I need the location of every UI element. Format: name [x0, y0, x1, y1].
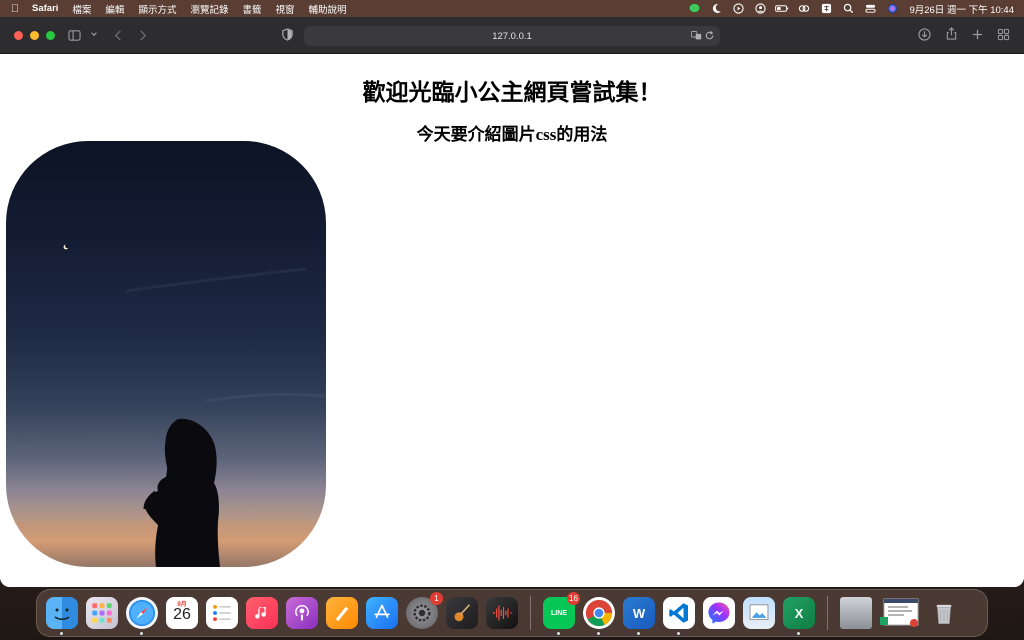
- menubar-clock[interactable]: 9月26日 週一 下午 10:44: [903, 2, 1014, 16]
- menu-bookmarks[interactable]: 書籤: [235, 2, 268, 16]
- dock-reminders-icon[interactable]: [206, 597, 238, 629]
- moon-icon[interactable]: [705, 0, 727, 17]
- chevron-down-icon[interactable]: [90, 30, 98, 38]
- download-icon[interactable]: [918, 28, 931, 41]
- line-app-label: LINE: [551, 609, 567, 617]
- page-title: 歡迎光臨小公主網頁嘗試集！: [362, 80, 662, 105]
- dock-messenger-icon[interactable]: [703, 597, 735, 629]
- dock-finder-icon[interactable]: [46, 597, 78, 635]
- status-area: 9月26日 週一 下午 10:44: [683, 0, 1024, 17]
- dock-launchpad-icon[interactable]: [86, 597, 118, 629]
- menu-file[interactable]: 檔案: [65, 2, 98, 16]
- dock-minimized-windows-icon[interactable]: [880, 597, 920, 629]
- dock-garageband-icon[interactable]: [446, 597, 478, 629]
- dock-safari-icon[interactable]: [126, 597, 158, 635]
- dock-app-store-icon[interactable]: [366, 597, 398, 629]
- minimize-window-button[interactable]: [30, 30, 39, 40]
- battery-icon[interactable]: [771, 0, 793, 17]
- menu-edit[interactable]: 編輯: [98, 2, 131, 16]
- word-app-label: W: [632, 605, 646, 621]
- tab-overview-icon[interactable]: [997, 28, 1010, 41]
- input-method-icon[interactable]: [815, 0, 837, 17]
- new-tab-icon[interactable]: [971, 28, 984, 41]
- dock-line-icon[interactable]: LINE 16: [543, 592, 580, 635]
- dock: 9月 26 1 LINE 16 W X: [36, 589, 988, 637]
- forward-button[interactable]: [136, 29, 149, 42]
- dock-excel-icon[interactable]: X: [783, 597, 815, 635]
- calendar-day: 26: [173, 606, 191, 623]
- settings-badge: 1: [430, 592, 443, 605]
- privacy-shield-icon[interactable]: [281, 28, 294, 41]
- dock-pages-icon[interactable]: [326, 597, 358, 629]
- close-window-button[interactable]: [14, 30, 23, 40]
- spotlight-search-icon[interactable]: [837, 0, 859, 17]
- user-circle-icon[interactable]: [749, 0, 771, 17]
- link-icon[interactable]: [793, 0, 815, 17]
- web-page-content: 歡迎光臨小公主網頁嘗試集！ 今天要介紹圖片css的用法: [0, 54, 1024, 587]
- back-button[interactable]: [112, 29, 125, 42]
- menu-help[interactable]: 輔助說明: [302, 2, 354, 16]
- silhouette-sunset-photo: [6, 141, 326, 567]
- zoom-window-button[interactable]: [46, 30, 55, 40]
- dock-system-settings-icon[interactable]: 1: [406, 592, 443, 629]
- menu-window[interactable]: 視窗: [268, 2, 301, 16]
- menu-bar:  Safari 檔案 編輯 顯示方式 瀏覽記錄 書籤 視窗 輔助說明: [0, 0, 1024, 17]
- dock-preview-icon[interactable]: [743, 597, 775, 629]
- dock-separator-2: [827, 596, 828, 630]
- dock-voice-memos-icon[interactable]: [486, 597, 518, 629]
- line-badge: 16: [567, 592, 580, 605]
- window-controls: [0, 30, 55, 40]
- share-icon[interactable]: [945, 27, 958, 40]
- dock-downloads-folder-icon[interactable]: [840, 597, 872, 629]
- line-status-icon[interactable]: [683, 0, 705, 17]
- dock-trash-icon[interactable]: [928, 597, 960, 629]
- apple-menu-icon[interactable]: : [0, 3, 30, 15]
- dock-separator: [530, 596, 531, 630]
- safari-window: 127.0.0.1 歡迎光臨小公主網頁嘗試集！ 今天要介紹圖片css的用法: [0, 17, 1024, 587]
- dock-word-icon[interactable]: W: [623, 597, 655, 635]
- translate-icon[interactable]: [691, 30, 702, 44]
- dock-vscode-icon[interactable]: [663, 597, 695, 635]
- excel-app-label: X: [794, 605, 804, 621]
- menu-view[interactable]: 顯示方式: [131, 2, 183, 16]
- photo-illustration: [6, 243, 326, 567]
- reload-icon[interactable]: [704, 30, 715, 44]
- address-bar[interactable]: 127.0.0.1: [304, 26, 720, 46]
- menu-app-safari[interactable]: Safari: [30, 3, 65, 14]
- dock-music-icon[interactable]: [246, 597, 278, 629]
- dock-podcasts-icon[interactable]: [286, 597, 318, 629]
- browser-toolbar: 127.0.0.1: [0, 17, 1024, 54]
- control-center-icon[interactable]: [859, 0, 881, 17]
- url-text: 127.0.0.1: [492, 30, 532, 42]
- dock-chrome-icon[interactable]: [583, 597, 615, 635]
- menu-history[interactable]: 瀏覽記錄: [183, 2, 235, 16]
- siri-icon[interactable]: [881, 0, 903, 17]
- sidebar-toggle-icon[interactable]: [68, 29, 81, 42]
- dock-calendar-icon[interactable]: 9月 26: [166, 597, 198, 629]
- play-circle-icon[interactable]: [727, 0, 749, 17]
